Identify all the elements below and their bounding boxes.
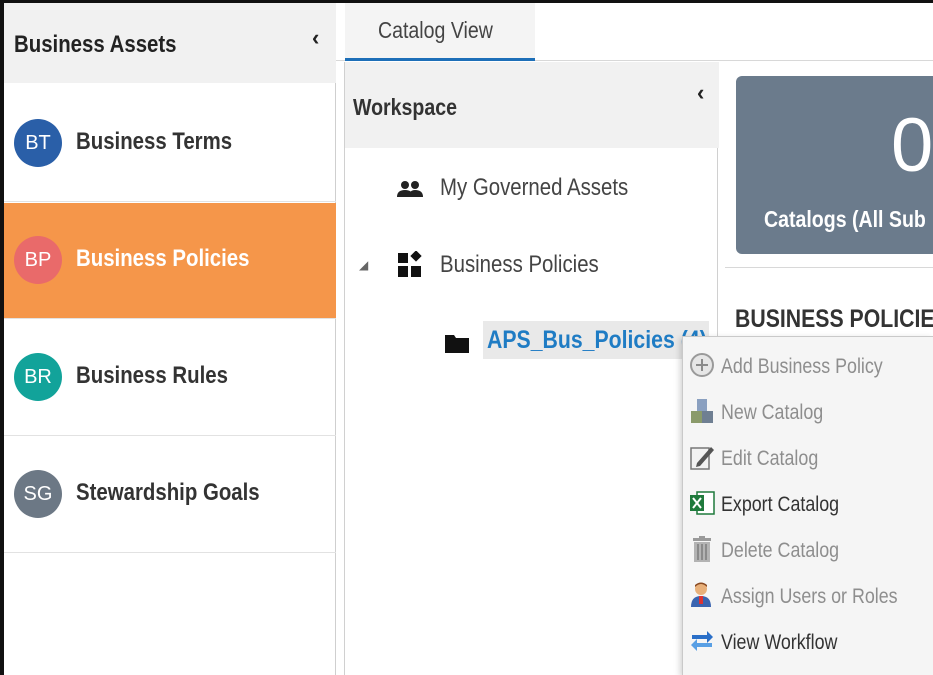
edit-icon: [690, 447, 714, 470]
people-icon: [397, 181, 423, 197]
tree-item-business-policies[interactable]: Business Policies: [395, 248, 695, 282]
menu-item-label: Assign Users or Roles: [721, 585, 898, 608]
sidebar-item-business-terms[interactable]: BT Business Terms: [4, 86, 336, 202]
trash-icon: [693, 536, 711, 562]
sidebar-collapse-icon[interactable]: ‹: [312, 25, 319, 51]
tree-item-label: Business Policies: [440, 251, 599, 278]
avatar: BR: [14, 353, 62, 401]
avatar: SG: [14, 470, 62, 518]
excel-export-icon: [690, 491, 715, 515]
folder-icon: [445, 335, 469, 353]
policies-icon: [398, 251, 422, 277]
sidebar-item-label: Stewardship Goals: [76, 479, 260, 506]
menu-item-edit-catalog[interactable]: Edit Catalog: [683, 435, 933, 481]
sidebar-item-label: Business Rules: [76, 362, 228, 389]
tile-count: 0: [891, 103, 933, 188]
tree-expand-icon[interactable]: ◢: [359, 258, 368, 272]
context-menu: Add Business Policy New Catalog Edit Cat…: [682, 336, 933, 675]
tab-label: Catalog View: [378, 17, 493, 43]
workflow-icon: [691, 631, 713, 651]
menu-item-label: View Workflow: [721, 631, 838, 654]
sidebar-title: Business Assets: [14, 31, 177, 58]
selected-node-label: APS_Bus_Policies (4): [487, 326, 707, 354]
user-assign-icon: [691, 582, 711, 607]
tree-item-my-governed-assets[interactable]: My Governed Assets: [395, 172, 695, 206]
menu-item-label: New Catalog: [721, 401, 824, 424]
menu-item-add-business-policy[interactable]: Add Business Policy: [683, 343, 933, 389]
sidebar-item-business-rules[interactable]: BR Business Rules: [4, 320, 336, 436]
menu-item-label: Add Business Policy: [721, 355, 883, 378]
menu-item-view-workflow[interactable]: View Workflow: [683, 619, 933, 665]
tree-item-label: My Governed Assets: [440, 174, 629, 201]
menu-item-assign-users-roles[interactable]: Assign Users or Roles: [683, 573, 933, 619]
avatar: BP: [14, 236, 62, 284]
divider: [725, 267, 933, 268]
section-title: BUSINESS POLICIES: [735, 305, 933, 333]
sidebar-item-business-policies[interactable]: BP Business Policies: [4, 203, 336, 319]
tab-catalog-view[interactable]: Catalog View: [345, 3, 535, 61]
menu-item-delete-catalog[interactable]: Delete Catalog: [683, 527, 933, 573]
catalogs-count-tile[interactable]: 0 Catalogs (All Sub: [736, 76, 933, 254]
menu-item-label: Edit Catalog: [721, 447, 819, 470]
tile-label: Catalogs (All Sub: [764, 206, 926, 232]
add-circle-icon: [690, 353, 714, 377]
menu-item-new-catalog[interactable]: New Catalog: [683, 389, 933, 435]
sidebar-item-label: Business Terms: [76, 128, 233, 155]
sidebar-item-label: Business Policies: [76, 245, 250, 272]
menu-item-export-catalog[interactable]: Export Catalog: [683, 481, 933, 527]
menu-item-label: Delete Catalog: [721, 539, 840, 562]
sidebar-item-stewardship-goals[interactable]: SG Stewardship Goals: [4, 437, 336, 553]
menu-item-label: Export Catalog: [721, 493, 840, 516]
new-catalog-icon: [691, 399, 713, 423]
workspace-title: Workspace: [353, 94, 457, 120]
workspace-panel: Workspace ‹ My Governed Assets ◢ Busines…: [344, 62, 719, 675]
business-assets-sidebar: Business Assets ‹ BT Business Terms BP B…: [4, 3, 336, 675]
workspace-header: Workspace ‹: [345, 62, 719, 148]
sidebar-header: Business Assets ‹: [4, 3, 336, 83]
tab-bar: Catalog View: [336, 3, 933, 61]
avatar: BT: [14, 119, 62, 167]
workspace-collapse-icon[interactable]: ‹: [697, 80, 704, 106]
